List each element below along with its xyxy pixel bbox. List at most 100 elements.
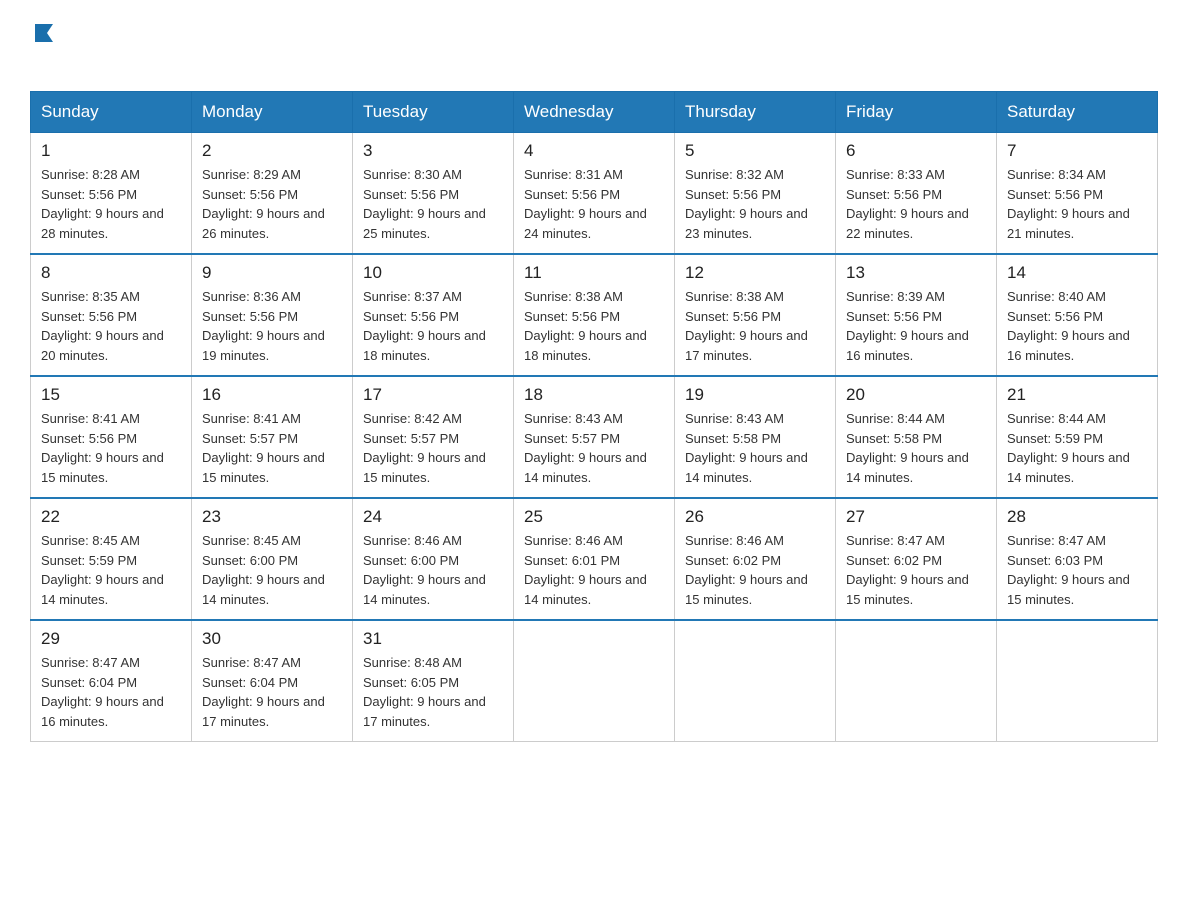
day-number: 3	[363, 141, 503, 161]
day-info: Sunrise: 8:29 AMSunset: 5:56 PMDaylight:…	[202, 165, 342, 243]
calendar-day-cell: 25Sunrise: 8:46 AMSunset: 6:01 PMDayligh…	[514, 498, 675, 620]
calendar-day-cell: 5Sunrise: 8:32 AMSunset: 5:56 PMDaylight…	[675, 133, 836, 255]
calendar-day-cell: 24Sunrise: 8:46 AMSunset: 6:00 PMDayligh…	[353, 498, 514, 620]
day-info: Sunrise: 8:45 AMSunset: 6:00 PMDaylight:…	[202, 531, 342, 609]
day-number: 28	[1007, 507, 1147, 527]
day-number: 5	[685, 141, 825, 161]
calendar-day-cell: 15 Sunrise: 8:41 AMSunset: 5:56 PMDayligh…	[31, 376, 192, 498]
day-info: Sunrise: 8:35 AMSunset: 5:56 PMDaylight:…	[41, 287, 181, 365]
day-number: 21	[1007, 385, 1147, 405]
calendar-day-cell: 14 Sunrise: 8:40 AMSunset: 5:56 PMDayligh…	[997, 254, 1158, 376]
day-number: 2	[202, 141, 342, 161]
header-sunday: Sunday	[31, 92, 192, 133]
day-number: 8	[41, 263, 181, 283]
day-number: 20	[846, 385, 986, 405]
day-info: Sunrise: 8:47 AMSunset: 6:03 PMDaylight:…	[1007, 531, 1147, 609]
calendar-day-cell: 16Sunrise: 8:41 AMSunset: 5:57 PMDayligh…	[192, 376, 353, 498]
calendar-day-cell: 28 Sunrise: 8:47 AMSunset: 6:03 PMDayligh…	[997, 498, 1158, 620]
day-info: Sunrise: 8:34 AMSunset: 5:56 PMDaylight:…	[1007, 165, 1147, 243]
calendar-day-cell: 10Sunrise: 8:37 AMSunset: 5:56 PMDayligh…	[353, 254, 514, 376]
calendar-day-cell: 27Sunrise: 8:47 AMSunset: 6:02 PMDayligh…	[836, 498, 997, 620]
page-header	[30, 20, 1158, 81]
calendar-week-row: 1 Sunrise: 8:28 AMSunset: 5:56 PMDaylight…	[31, 133, 1158, 255]
calendar-week-row: 29 Sunrise: 8:47 AMSunset: 6:04 PMDayligh…	[31, 620, 1158, 742]
day-info: Sunrise: 8:43 AMSunset: 5:57 PMDaylight:…	[524, 409, 664, 487]
calendar-day-cell: 26 Sunrise: 8:46 AMSunset: 6:02 PMDayligh…	[675, 498, 836, 620]
calendar-day-cell: 11 Sunrise: 8:38 AMSunset: 5:56 PMDayligh…	[514, 254, 675, 376]
calendar-week-row: 8 Sunrise: 8:35 AMSunset: 5:56 PMDaylight…	[31, 254, 1158, 376]
day-info: Sunrise: 8:39 AMSunset: 5:56 PMDaylight:…	[846, 287, 986, 365]
day-number: 17	[363, 385, 503, 405]
calendar-day-cell: 12 Sunrise: 8:38 AMSunset: 5:56 PMDayligh…	[675, 254, 836, 376]
calendar-day-cell: 30Sunrise: 8:47 AMSunset: 6:04 PMDayligh…	[192, 620, 353, 742]
calendar-day-cell: 7 Sunrise: 8:34 AMSunset: 5:56 PMDaylight…	[997, 133, 1158, 255]
calendar-day-cell: 4 Sunrise: 8:31 AMSunset: 5:56 PMDaylight…	[514, 133, 675, 255]
calendar-day-cell: 3 Sunrise: 8:30 AMSunset: 5:56 PMDaylight…	[353, 133, 514, 255]
day-number: 10	[363, 263, 503, 283]
calendar-day-cell: 20 Sunrise: 8:44 AMSunset: 5:58 PMDayligh…	[836, 376, 997, 498]
day-info: Sunrise: 8:28 AMSunset: 5:56 PMDaylight:…	[41, 165, 181, 243]
day-info: Sunrise: 8:48 AMSunset: 6:05 PMDaylight:…	[363, 653, 503, 731]
calendar-day-cell: 31Sunrise: 8:48 AMSunset: 6:05 PMDayligh…	[353, 620, 514, 742]
header-tuesday: Tuesday	[353, 92, 514, 133]
calendar-day-cell: 8 Sunrise: 8:35 AMSunset: 5:56 PMDaylight…	[31, 254, 192, 376]
logo	[30, 20, 55, 81]
day-number: 15	[41, 385, 181, 405]
day-info: Sunrise: 8:47 AMSunset: 6:04 PMDaylight:…	[41, 653, 181, 731]
header-friday: Friday	[836, 92, 997, 133]
calendar-day-cell: 17Sunrise: 8:42 AMSunset: 5:57 PMDayligh…	[353, 376, 514, 498]
day-number: 6	[846, 141, 986, 161]
day-info: Sunrise: 8:45 AMSunset: 5:59 PMDaylight:…	[41, 531, 181, 609]
calendar-day-cell: 22 Sunrise: 8:45 AMSunset: 5:59 PMDayligh…	[31, 498, 192, 620]
day-info: Sunrise: 8:44 AMSunset: 5:59 PMDaylight:…	[1007, 409, 1147, 487]
calendar-day-cell	[836, 620, 997, 742]
day-info: Sunrise: 8:43 AMSunset: 5:58 PMDaylight:…	[685, 409, 825, 487]
day-info: Sunrise: 8:44 AMSunset: 5:58 PMDaylight:…	[846, 409, 986, 487]
day-info: Sunrise: 8:33 AMSunset: 5:56 PMDaylight:…	[846, 165, 986, 243]
day-number: 1	[41, 141, 181, 161]
day-info: Sunrise: 8:40 AMSunset: 5:56 PMDaylight:…	[1007, 287, 1147, 365]
day-number: 9	[202, 263, 342, 283]
header-saturday: Saturday	[997, 92, 1158, 133]
header-wednesday: Wednesday	[514, 92, 675, 133]
day-number: 30	[202, 629, 342, 649]
day-info: Sunrise: 8:31 AMSunset: 5:56 PMDaylight:…	[524, 165, 664, 243]
header-monday: Monday	[192, 92, 353, 133]
day-info: Sunrise: 8:38 AMSunset: 5:56 PMDaylight:…	[524, 287, 664, 365]
day-number: 19	[685, 385, 825, 405]
day-number: 26	[685, 507, 825, 527]
logo-flag-icon	[33, 22, 55, 44]
day-info: Sunrise: 8:41 AMSunset: 5:56 PMDaylight:…	[41, 409, 181, 487]
calendar-day-cell: 6 Sunrise: 8:33 AMSunset: 5:56 PMDaylight…	[836, 133, 997, 255]
calendar-day-cell: 2 Sunrise: 8:29 AMSunset: 5:56 PMDaylight…	[192, 133, 353, 255]
calendar-day-cell: 19 Sunrise: 8:43 AMSunset: 5:58 PMDayligh…	[675, 376, 836, 498]
day-info: Sunrise: 8:46 AMSunset: 6:00 PMDaylight:…	[363, 531, 503, 609]
calendar-table: Sunday Monday Tuesday Wednesday Thursday…	[30, 91, 1158, 742]
calendar-day-cell	[514, 620, 675, 742]
calendar-week-row: 22 Sunrise: 8:45 AMSunset: 5:59 PMDayligh…	[31, 498, 1158, 620]
day-info: Sunrise: 8:30 AMSunset: 5:56 PMDaylight:…	[363, 165, 503, 243]
day-info: Sunrise: 8:36 AMSunset: 5:56 PMDaylight:…	[202, 287, 342, 365]
calendar-day-cell: 29 Sunrise: 8:47 AMSunset: 6:04 PMDayligh…	[31, 620, 192, 742]
calendar-day-cell	[997, 620, 1158, 742]
calendar-day-cell: 1 Sunrise: 8:28 AMSunset: 5:56 PMDaylight…	[31, 133, 192, 255]
day-info: Sunrise: 8:47 AMSunset: 6:02 PMDaylight:…	[846, 531, 986, 609]
calendar-day-cell: 23 Sunrise: 8:45 AMSunset: 6:00 PMDayligh…	[192, 498, 353, 620]
calendar-header-row: Sunday Monday Tuesday Wednesday Thursday…	[31, 92, 1158, 133]
calendar-day-cell: 18Sunrise: 8:43 AMSunset: 5:57 PMDayligh…	[514, 376, 675, 498]
calendar-day-cell: 13 Sunrise: 8:39 AMSunset: 5:56 PMDayligh…	[836, 254, 997, 376]
day-number: 16	[202, 385, 342, 405]
calendar-day-cell: 21 Sunrise: 8:44 AMSunset: 5:59 PMDayligh…	[997, 376, 1158, 498]
day-number: 22	[41, 507, 181, 527]
day-info: Sunrise: 8:38 AMSunset: 5:56 PMDaylight:…	[685, 287, 825, 365]
day-number: 4	[524, 141, 664, 161]
day-number: 23	[202, 507, 342, 527]
day-info: Sunrise: 8:46 AMSunset: 6:02 PMDaylight:…	[685, 531, 825, 609]
day-number: 11	[524, 263, 664, 283]
calendar-day-cell	[675, 620, 836, 742]
day-number: 14	[1007, 263, 1147, 283]
day-number: 12	[685, 263, 825, 283]
day-number: 7	[1007, 141, 1147, 161]
day-number: 13	[846, 263, 986, 283]
day-number: 29	[41, 629, 181, 649]
